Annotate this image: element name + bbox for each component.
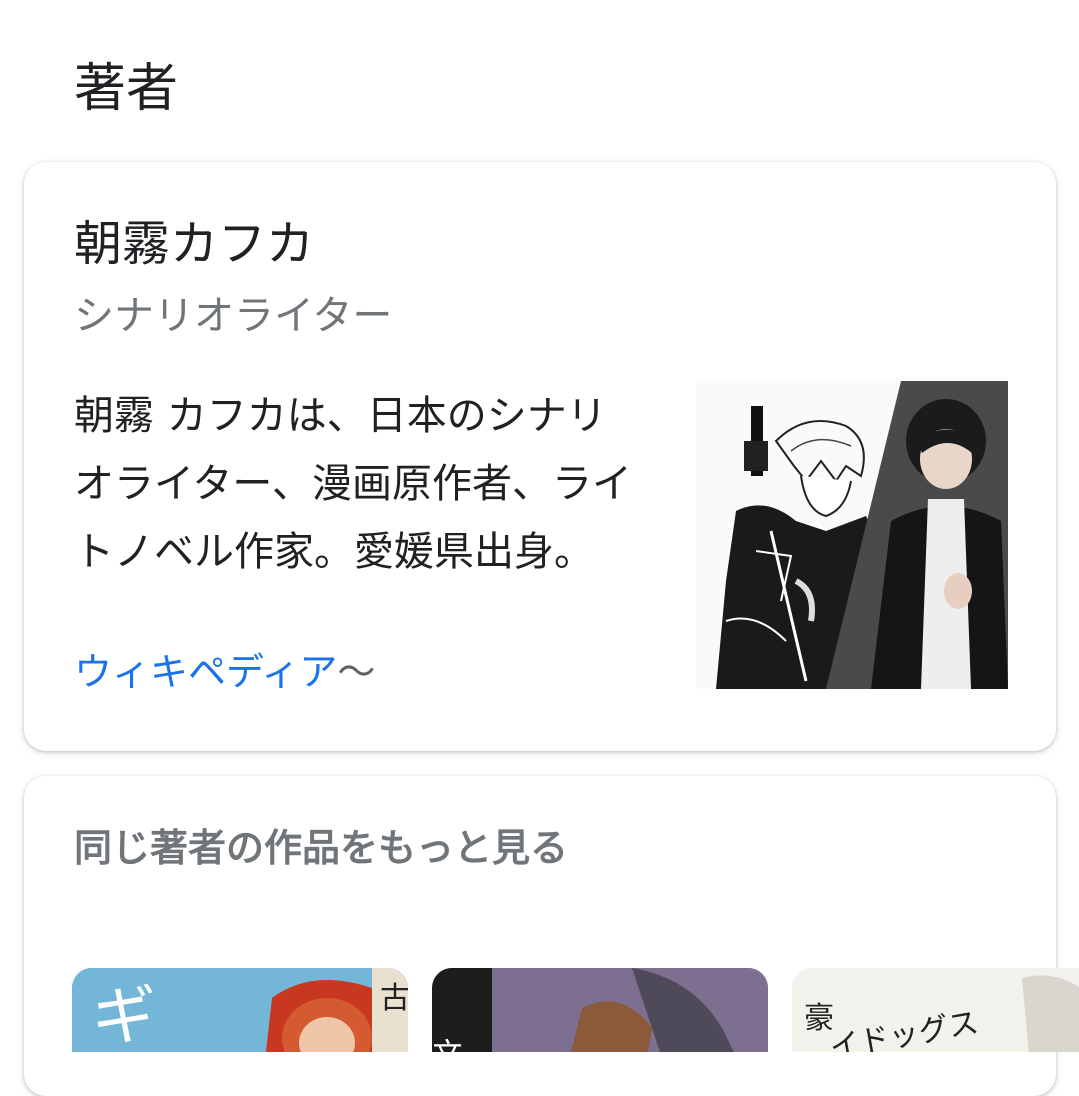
chevron-down-icon: 〜: [337, 650, 376, 694]
author-card[interactable]: 朝霧カフカ シナリオライター 朝霧 カフカは、日本のシナリオライター、漫画原作者…: [24, 162, 1056, 751]
author-photo-image: [696, 381, 1008, 689]
book-cover-side-text: 古: [380, 981, 408, 1016]
author-description: 朝霧 カフカは、日本のシナリオライター、漫画原作者、ライトノベル作家。愛媛県出身…: [74, 393, 632, 575]
author-name: 朝霧カフカ: [74, 216, 315, 272]
book-cover[interactable]: ギ 古: [72, 968, 408, 1052]
more-books-title: 同じ著者の作品をもっと見る: [74, 826, 569, 870]
author-role: シナリオライター: [74, 293, 393, 339]
wikipedia-link-label: ウィキペディア: [74, 650, 338, 694]
book-cover-image: 文豪: [432, 968, 768, 1052]
book-cover-image: 豪 イドッグス: [792, 968, 1079, 1052]
book-cover[interactable]: 文豪: [432, 968, 768, 1052]
author-photo[interactable]: [696, 381, 1008, 689]
books-carousel[interactable]: ギ 古 文豪 豪 イドッグス: [72, 968, 1079, 1052]
wikipedia-link[interactable]: ウィキペディア〜: [74, 644, 375, 700]
section-title: 著者: [74, 59, 179, 119]
book-cover-title: 文豪: [432, 1038, 462, 1052]
book-cover-image: ギ 古: [72, 968, 408, 1052]
book-cover-title: ギ: [92, 980, 156, 1052]
book-cover[interactable]: 豪 イドッグス: [792, 968, 1079, 1052]
